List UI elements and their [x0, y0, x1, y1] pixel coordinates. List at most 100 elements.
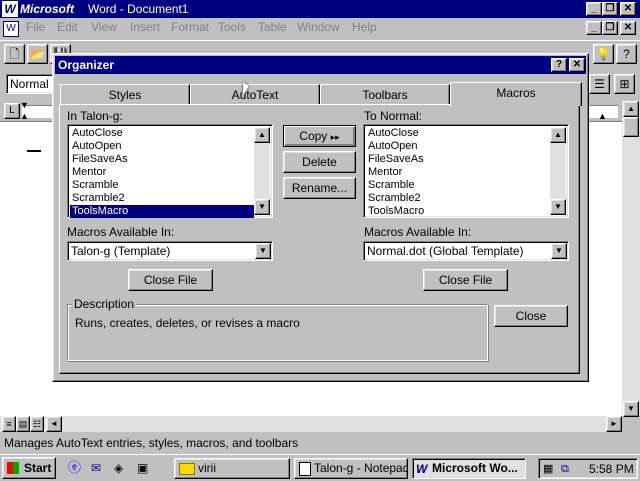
dialog-title-bar[interactable]: Organizer ? ✕	[55, 56, 586, 74]
menu-edit[interactable]: Edit	[57, 20, 78, 34]
tray-monitor-icon[interactable]: ⧉	[561, 461, 577, 477]
help-icon[interactable]: ?	[616, 44, 637, 64]
bullets-icon[interactable]: ☰	[589, 74, 610, 94]
right-close-file-button[interactable]: Close File	[423, 269, 508, 291]
style-value: Normal	[10, 77, 49, 91]
left-indent-icon[interactable]: ▲	[20, 111, 30, 121]
right-scroll-up-icon[interactable]: ▲	[550, 127, 566, 143]
right-available-value: Normal.dot (Global Template)	[367, 244, 524, 258]
outlook-icon[interactable]: ✉	[91, 460, 107, 476]
menu-tools[interactable]: Tools	[218, 20, 246, 34]
menu-view[interactable]: View	[91, 20, 117, 34]
dialog-help-icon[interactable]: ?	[551, 58, 567, 72]
normal-view-icon[interactable]: ≡	[2, 416, 16, 432]
help-pointer-icon[interactable]: 💡	[593, 44, 614, 64]
tab-toolbars[interactable]: Toolbars	[320, 84, 450, 104]
outline-view-icon[interactable]: ☷	[30, 416, 44, 432]
open-icon[interactable]: 📂	[27, 44, 48, 64]
tray-network-icon[interactable]: ▦	[543, 461, 559, 477]
right-list-item[interactable]: AutoClose	[366, 127, 550, 140]
menu-window[interactable]: Window	[297, 20, 340, 34]
ie-icon[interactable]: ⓔ	[68, 460, 84, 476]
minimize-icon[interactable]: _	[586, 2, 602, 16]
menu-format[interactable]: Format	[171, 20, 209, 34]
task-notepad[interactable]: Talon-g - Notepad	[294, 458, 408, 479]
right-indent-icon[interactable]: ▲	[598, 111, 608, 121]
left-list-item[interactable]: Mentor	[70, 166, 254, 179]
left-list-item[interactable]: AutoClose	[70, 127, 254, 140]
scroll-up-icon[interactable]: ▲	[623, 101, 639, 117]
right-dropdown-icon[interactable]: ▼	[551, 243, 567, 259]
dialog-close-icon[interactable]: ✕	[569, 58, 585, 72]
system-tray: ▦ ⧉ 5:58 PM	[538, 458, 638, 479]
right-list-item[interactable]: AutoOpen	[366, 140, 550, 153]
right-scroll-down-icon[interactable]: ▼	[550, 199, 566, 215]
doc-restore-icon[interactable]: ❐	[602, 21, 618, 35]
word-app-icon[interactable]: W	[2, 1, 18, 17]
start-button[interactable]: Start	[2, 457, 56, 479]
first-line-indent-icon[interactable]: ▼	[20, 101, 30, 110]
notepad-icon	[299, 461, 311, 476]
left-list-item[interactable]: FileSaveAs	[70, 153, 254, 166]
clock[interactable]: 5:58 PM	[589, 462, 634, 476]
right-list-item[interactable]: Scramble	[366, 179, 550, 192]
dialog-close-button[interactable]: Close	[494, 305, 568, 327]
left-list-item[interactable]: ToolsMacro	[70, 205, 254, 218]
left-scroll-up-icon[interactable]: ▲	[254, 127, 270, 143]
right-available-select[interactable]: Normal.dot (Global Template) ▼	[363, 241, 569, 261]
left-list-item[interactable]: AutoOpen	[70, 140, 254, 153]
right-list-scrollbar[interactable]: ▲ ▼	[550, 127, 566, 215]
left-macro-list[interactable]: AutoClose AutoOpen FileSaveAs Mentor Scrambl…	[67, 124, 273, 218]
folder-icon	[179, 462, 195, 475]
restore-icon[interactable]: ❐	[602, 2, 618, 16]
right-macro-list[interactable]: AutoClose AutoOpen FileSaveAs Mentor Scrambl…	[363, 124, 569, 218]
doc-close-icon[interactable]: ✕	[620, 21, 636, 35]
close-icon[interactable]: ✕	[620, 2, 636, 16]
right-list-item[interactable]: Mentor	[366, 166, 550, 179]
scroll-right-icon[interactable]: ►	[606, 416, 622, 432]
channels-icon[interactable]: ◈	[114, 460, 130, 476]
scroll-left-icon[interactable]: ◄	[46, 416, 62, 432]
right-list-items: AutoClose AutoOpen FileSaveAs Mentor Scrambl…	[366, 127, 550, 218]
description-text: Runs, creates, deletes, or revises a mac…	[75, 316, 300, 330]
tab-macros[interactable]: Macros	[450, 82, 582, 106]
page-layout-view-icon[interactable]: ▤	[16, 416, 30, 432]
word-title-text: Word - Document1	[88, 2, 189, 16]
left-close-file-button[interactable]: Close File	[128, 269, 213, 291]
right-list-item[interactable]: FileSaveAs	[366, 153, 550, 166]
word-title-bar[interactable]: W Microsoft Word - Document1 _ ❐ ✕	[0, 0, 640, 18]
left-list-label: In Talon-g:	[67, 109, 123, 123]
vertical-scrollbar[interactable]: ▲ ▼	[622, 101, 640, 417]
copy-button[interactable]: Copy ▸▸	[283, 125, 356, 147]
menu-file[interactable]: File	[26, 20, 45, 34]
left-available-select[interactable]: Talon-g (Template) ▼	[67, 241, 273, 261]
scroll-thumb[interactable]	[623, 117, 639, 137]
right-list-item[interactable]: Scramble2	[366, 192, 550, 205]
left-list-item[interactable]: Scramble	[70, 179, 254, 192]
new-icon[interactable]: 🗋	[4, 44, 25, 64]
tab-alignment-button[interactable]: L	[4, 103, 20, 119]
tab-autotext[interactable]: AutoText	[190, 84, 320, 104]
menu-insert[interactable]: Insert	[130, 20, 160, 34]
menu-help[interactable]: Help	[352, 20, 377, 34]
horizontal-scrollbar[interactable]: ≡ ▤ ☷ ◄ ►	[0, 416, 622, 432]
tab-styles[interactable]: Styles	[60, 84, 190, 104]
doc-minimize-icon[interactable]: _	[586, 21, 602, 35]
task-virii[interactable]: virii	[174, 458, 290, 479]
task-word[interactable]: W Microsoft Wo...	[412, 458, 526, 479]
right-list-item[interactable]: ToolsMacro	[366, 205, 550, 218]
left-scroll-down-icon[interactable]: ▼	[254, 199, 270, 215]
scroll-down-icon[interactable]: ▼	[623, 401, 639, 417]
task-word-label: Microsoft Wo...	[432, 461, 518, 475]
left-list-scrollbar[interactable]: ▲ ▼	[254, 127, 270, 215]
desktop-icon[interactable]: ▣	[137, 460, 153, 476]
rename-button[interactable]: Rename...	[283, 177, 356, 199]
document-icon[interactable]: W	[3, 21, 19, 37]
borders-icon[interactable]: ⊞	[614, 74, 635, 94]
menu-table[interactable]: Table	[258, 20, 287, 34]
left-dropdown-icon[interactable]: ▼	[255, 243, 271, 259]
taskbar: Start ⓔ ✉ ◈ ▣ virii Talon-g - Notepad WM…	[0, 454, 640, 481]
left-list-item[interactable]: Scramble2	[70, 192, 254, 205]
delete-button[interactable]: Delete	[283, 151, 356, 173]
style-combo[interactable]: Normal	[6, 74, 54, 94]
